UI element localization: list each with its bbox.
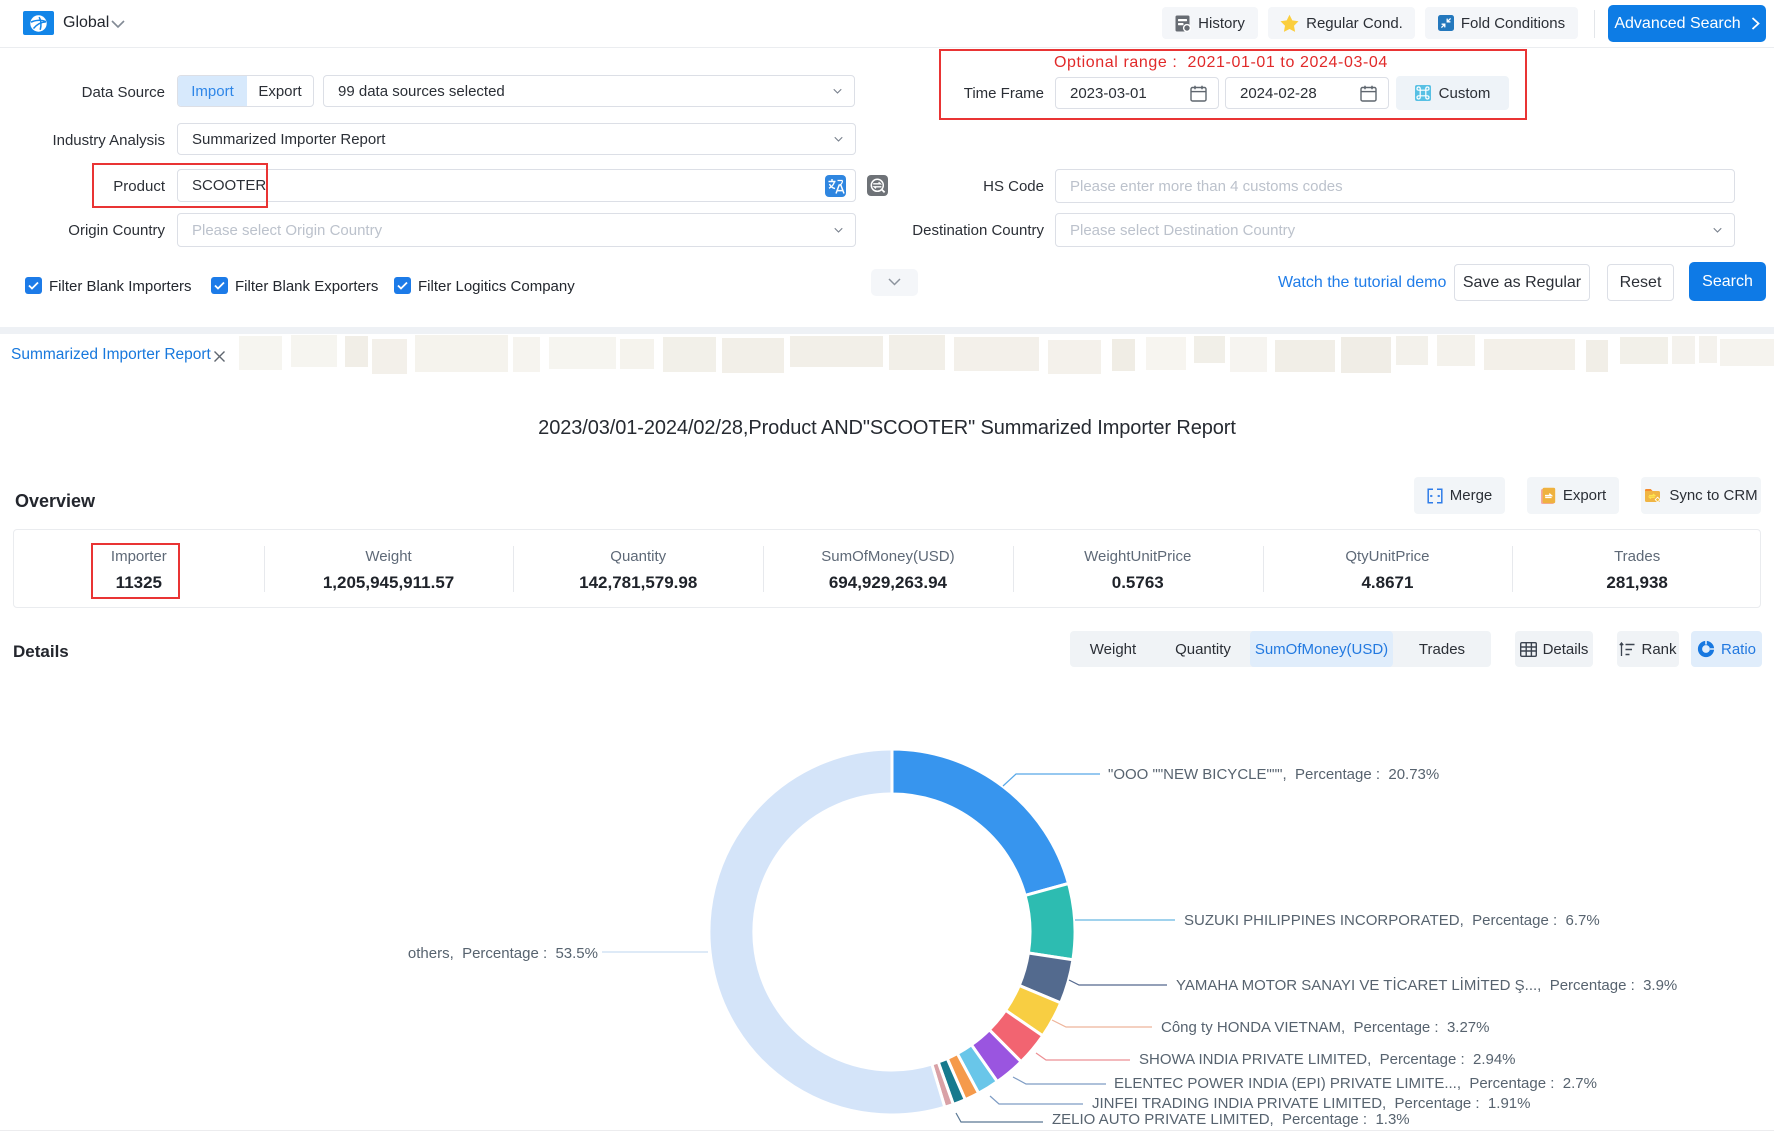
svg-text:"OOO ""NEW BICYCLE""", Percen: "OOO ""NEW BICYCLE""", Percentage : 20.7… [1108,766,1439,783]
svg-text:others, Percentage : 53.5%: others, Percentage : 53.5% [408,945,598,962]
svg-text:ELENTEC POWER INDIA (EPI) PRIV: ELENTEC POWER INDIA (EPI) PRIVATE LIMITE… [1114,1075,1597,1092]
svg-text:SUZUKI PHILIPPINES INCORPORATE: SUZUKI PHILIPPINES INCORPORATED, Percent… [1184,912,1600,929]
svg-text:Công ty HONDA VIETNAM, Percen: Công ty HONDA VIETNAM, Percentage : 3.27… [1161,1019,1489,1036]
svg-text:SHOWA INDIA PRIVATE LIMITED,: SHOWA INDIA PRIVATE LIMITED, Percentage … [1139,1051,1516,1068]
svg-text:JINFEI TRADING INDIA PRIVATE L: JINFEI TRADING INDIA PRIVATE LIMITED, Pe… [1092,1095,1530,1112]
svg-text:YAMAHA MOTOR SANAYI VE TİCARET: YAMAHA MOTOR SANAYI VE TİCARET LİMİTED Ş… [1176,976,1677,994]
svg-text:ZELIO AUTO PRIVATE LIMITED, P: ZELIO AUTO PRIVATE LIMITED, Percentage :… [1052,1111,1410,1128]
